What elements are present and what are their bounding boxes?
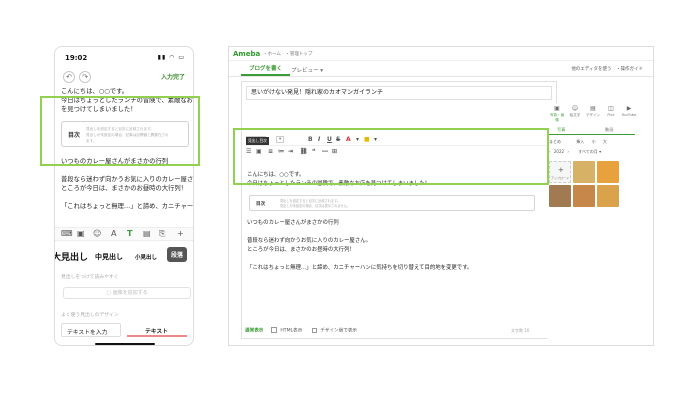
add-image-label: 画像を追加する <box>112 290 148 296</box>
title-input[interactable]: 思いがけない発見！隠れ家のカオマンガイランチ <box>246 86 552 100</box>
add-image-button[interactable]: ▢ 画像を追加する <box>63 287 191 299</box>
undo-icon[interactable]: ↶ <box>63 71 75 83</box>
body-line: ところが今日は、まさかのお昼時の大行列！ <box>247 247 355 253</box>
design-checkbox[interactable] <box>311 327 317 333</box>
toc-desc: 見出しが未設定の場合、目次は表示されません。 <box>280 204 351 208</box>
redo-icon[interactable]: ↷ <box>79 71 91 83</box>
home-indicator <box>95 343 155 345</box>
upload-button[interactable]: + アップロード <box>549 161 571 183</box>
desktop-mockup: Ameba ・ホーム ・管理トップ ブログを書く プレビュー ▾ 他のエディタを… <box>228 46 654 346</box>
mode-normal[interactable]: 通常表示 <box>245 329 263 334</box>
mode-toggle-icon[interactable] <box>270 327 277 333</box>
design-option-2[interactable]: テキスト <box>127 323 187 337</box>
chevron-right-icon[interactable]: › <box>567 149 569 154</box>
panel-month[interactable]: すべての月 ▾ <box>578 149 601 154</box>
heading-note: 見出しをつけて読みやすく <box>61 275 119 280</box>
media-panel: ▣ 写真・画像 ☺ 絵文字 ▤ デザイン ◫ Pick ▶ YouTube 写真… <box>547 103 647 343</box>
heading-line: いつものカレー屋さんがまさかの行列 <box>247 220 339 226</box>
panel-tab-design[interactable]: デザイン <box>585 113 601 118</box>
photo-thumbnail[interactable] <box>573 185 595 207</box>
mobile-format-bar: ⌨ ▣ ☺ A T ▤ ⎘ + <box>55 227 193 241</box>
document-icon[interactable]: ▤ <box>143 229 151 238</box>
toc-block[interactable]: 目次 見出しを設定すると目次に反映されます。 見出しが未設定の場合、目次は表示さ… <box>249 195 535 211</box>
upload-label: アップロード <box>551 176 570 180</box>
mobile-mockup: 19:02 ▮▮ ◠ ▭ ↶ ↷ 入力完了 こんにちは、○○です。 今日はちょっ… <box>54 46 194 346</box>
emoji-icon[interactable]: ☺ <box>93 229 101 238</box>
photo-thumbnail[interactable] <box>597 161 619 183</box>
body-line: 「これはちょっと無理…」と諦め、カニチャーハンに気持ちを切り替えて目的地を変更で… <box>247 265 473 271</box>
panel-tab-emoji[interactable]: 絵文字 <box>567 113 583 118</box>
mode-html[interactable]: HTML表示 <box>280 329 302 334</box>
body-line: 「これはちょっと無理…」と諦め、カニチャーハン <box>61 203 194 210</box>
design-option-label: テキスト <box>145 329 169 335</box>
panel-tab-photo[interactable]: 写真・画像 <box>549 113 565 123</box>
tab-preview[interactable]: プレビュー ▾ <box>291 66 323 74</box>
pick-tab-icon[interactable]: ◫ <box>603 105 619 112</box>
top-bar: Ameba ・ホーム ・管理トップ <box>229 47 653 61</box>
panel-sub-video[interactable]: 動画 <box>605 127 613 133</box>
body-line: 普段なら迷わず向かうお気に入りのカレー屋さん。 <box>61 176 194 183</box>
signal-wifi-battery-icon: ▮▮ ◠ ▭ <box>157 54 185 61</box>
design-option-label: テキストを入力 <box>67 330 108 336</box>
heading-option-small[interactable]: 小見出し <box>135 253 157 261</box>
design-preview-label[interactable]: デザイン崩で表示 <box>320 329 357 334</box>
panel-tab-pick[interactable]: Pick <box>603 113 619 117</box>
heading-option-large[interactable]: 大見出し <box>55 250 88 263</box>
text-icon[interactable]: A <box>111 229 116 238</box>
photo-thumbnail[interactable] <box>549 185 571 207</box>
editor-links[interactable]: 他のエディタを使う ・操作ガイド <box>571 66 643 72</box>
ameba-logo[interactable]: Ameba <box>233 50 260 58</box>
char-count: 文字数 16 <box>511 328 530 333</box>
panel-options: まとめ 挿入 小 大 <box>549 139 607 145</box>
panel-year[interactable]: 2022 <box>554 149 564 154</box>
photo-tab-icon[interactable]: ▣ <box>549 105 565 112</box>
photo-thumbnail[interactable] <box>573 161 595 183</box>
youtube-tab-icon[interactable]: ▶ <box>621 105 637 112</box>
panel-sub-underline <box>549 134 635 135</box>
heading-options: 大見出し 中見出し 小見出し 段落 <box>55 245 193 265</box>
body-line: こんにちは、○○です。 <box>61 88 129 95</box>
link-icon[interactable]: ⎘ <box>159 229 165 239</box>
emoji-tab-icon[interactable]: ☺ <box>567 105 583 112</box>
upload-icon: + <box>558 166 564 174</box>
heading-option-medium[interactable]: 中見出し <box>95 252 123 262</box>
panel-opt[interactable]: 挿入 <box>576 139 584 144</box>
image-icon[interactable]: ▣ <box>77 229 85 238</box>
chevron-left-icon[interactable]: ‹ <box>549 149 551 154</box>
keyboard-icon[interactable]: ⌨ <box>61 229 73 238</box>
panel-date-filter: ‹ 2022 › すべての月 ▾ <box>549 149 601 155</box>
design-note: よく使う見出しのデザイン <box>61 313 119 318</box>
panel-opt[interactable]: 小 <box>592 139 596 144</box>
panel-opt[interactable]: まとめ <box>549 139 561 144</box>
editor-tabs: ブログを書く プレビュー ▾ 他のエディタを使う ・操作ガイド <box>229 61 653 77</box>
highlight-box <box>233 128 549 185</box>
tab-write[interactable]: ブログを書く <box>241 64 291 76</box>
heading-format-icon[interactable]: T <box>127 229 132 238</box>
design-tab-icon[interactable]: ▤ <box>585 105 601 112</box>
panel-tab-youtube[interactable]: YouTube <box>621 113 637 117</box>
panel-opt[interactable]: 大 <box>603 139 607 144</box>
toc-label: 目次 <box>256 202 266 207</box>
body-line: ところが今日は、まさかのお昼時の大行列！ <box>61 185 187 192</box>
status-time: 19:02 <box>65 54 88 62</box>
breadcrumb[interactable]: ・ホーム ・管理トップ <box>263 51 312 57</box>
heading-option-paragraph[interactable]: 段落 <box>167 247 188 262</box>
design-option-1[interactable]: テキストを入力 <box>61 323 121 337</box>
panel-sub-photo[interactable]: 写真 <box>557 127 565 133</box>
photo-thumbnail[interactable] <box>597 185 619 207</box>
bottom-bar: 通常表示 HTML表示 デザイン崩で表示 <box>245 327 357 334</box>
mobile-toolbar: ↶ ↷ 入力完了 <box>55 69 193 85</box>
body-line: 普段なら迷わず向かうお気に入りのカレー屋さん。 <box>247 238 371 244</box>
highlight-box <box>40 96 200 166</box>
plus-icon[interactable]: + <box>177 229 184 238</box>
done-button[interactable]: 入力完了 <box>161 72 185 81</box>
status-bar: 19:02 ▮▮ ◠ ▭ <box>55 47 193 67</box>
